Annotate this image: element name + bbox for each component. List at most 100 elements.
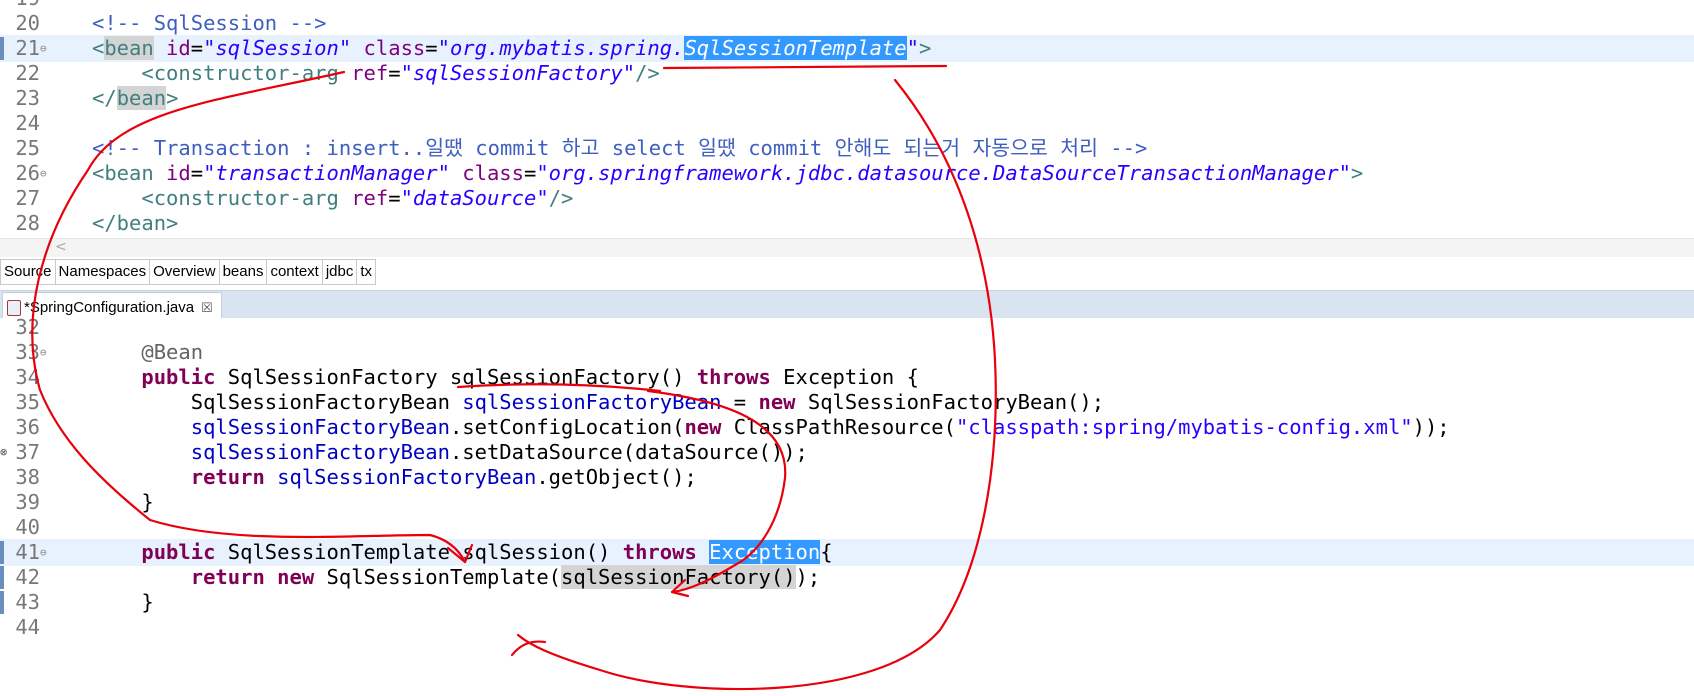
code-line[interactable]: 23 </bean> <box>0 85 1694 112</box>
code-line[interactable]: 21 ⊖ <bean id="sqlSession" class="org.myba… <box>0 35 1694 62</box>
bottom-area <box>0 644 1694 696</box>
code-line[interactable]: 32 <box>0 318 1694 341</box>
fold-toggle-icon[interactable]: ⊖ <box>40 160 47 187</box>
code-text: public SqlSessionFactory sqlSessionFacto… <box>92 364 919 391</box>
line-number: 42 <box>15 565 40 589</box>
code-token: " <box>906 36 919 60</box>
code-line[interactable]: 24 <box>0 110 1694 137</box>
line-number: 44 <box>15 615 40 639</box>
code-line[interactable]: 27 <constructor-arg ref="dataSource"/> <box>0 185 1694 212</box>
code-line[interactable]: 38 return sqlSessionFactoryBean.getObjec… <box>0 464 1694 491</box>
code-line[interactable]: 41 ⊖ public SqlSessionTemplate sqlSession… <box>0 539 1694 566</box>
code-token: } <box>92 490 154 514</box>
code-text: } <box>92 489 154 516</box>
code-text: sqlSessionFactoryBean.setDataSource(data… <box>92 439 808 466</box>
code-token: = <box>524 161 537 185</box>
fold-toggle-icon[interactable]: ⊖ <box>40 539 47 566</box>
line-number: 23 <box>15 86 40 110</box>
fold-toggle-icon[interactable]: ⊖ <box>40 35 47 62</box>
code-token: "transactionManager" <box>203 161 450 185</box>
code-token: </ <box>92 86 117 110</box>
fold-toggle-icon[interactable]: ⊖ <box>40 339 47 366</box>
tab-overview[interactable]: Overview <box>150 259 220 285</box>
code-token: Exception { <box>770 365 919 389</box>
tab-beans[interactable]: beans <box>219 259 268 285</box>
xml-editor-tabs: Source Namespaces Overview beans context jdbc… <box>0 259 377 285</box>
tab-jdbc[interactable]: jdbc <box>322 259 358 285</box>
code-line[interactable]: 36 sqlSessionFactoryBean.setConfigLocati… <box>0 414 1694 441</box>
code-text: sqlSessionFactoryBean.setConfigLocation(… <box>92 414 1450 441</box>
line-number: 38 <box>15 465 40 489</box>
code-line[interactable]: 25 <!-- Transaction : insert..일땠 commit 하… <box>0 135 1694 162</box>
code-text: @Bean <box>92 339 203 366</box>
code-token: "classpath:spring/mybatis-config.xml" <box>955 415 1413 439</box>
code-text: public SqlSessionTemplate sqlSession() t… <box>92 539 833 566</box>
code-token: sqlSessionFactory() <box>561 565 796 589</box>
code-token: return <box>190 565 265 589</box>
xml-editor[interactable]: 1920<!-- SqlSession -->21⊖<bean id="sqlS… <box>0 0 1694 238</box>
code-token: new <box>758 390 796 414</box>
code-token: > <box>918 36 932 60</box>
code-token: ClassPathResource( <box>721 415 956 439</box>
code-token: sqlSessionFactoryBean <box>462 390 722 414</box>
code-line[interactable]: ⊗ 37 sqlSessionFactoryBean.setDataSource(… <box>0 439 1694 466</box>
code-token: SqlSessionFactory sqlSessionFactory() <box>215 365 697 389</box>
code-token: = <box>721 390 759 414</box>
code-token: > <box>166 86 179 110</box>
code-token: .setDataSource(dataSource()); <box>449 440 808 464</box>
code-line[interactable]: 40 <box>0 514 1694 541</box>
code-token: <bean <box>92 161 154 185</box>
code-line[interactable]: 33 ⊖ @Bean <box>0 339 1694 366</box>
code-line[interactable]: 35 SqlSessionFactoryBean sqlSessionFacto… <box>0 389 1694 416</box>
java-editor[interactable]: 32 33 ⊖ @Bean 34 public SqlSessionFactory s… <box>0 318 1694 644</box>
tab-source[interactable]: Source <box>0 259 56 285</box>
code-token: ); <box>795 565 821 589</box>
code-line[interactable]: 26 ⊖ <bean id="transactionManager" class="… <box>0 160 1694 187</box>
code-line[interactable]: 34 public SqlSessionFactory sqlSessionFa… <box>0 364 1694 391</box>
code-line[interactable]: 44 <box>0 614 1694 641</box>
code-text: <bean id="transactionManager" class="org… <box>92 160 1363 187</box>
line-number: 21 <box>15 36 40 60</box>
scroll-left-arrow[interactable]: < <box>55 239 67 255</box>
code-token: .getObject(); <box>536 465 697 489</box>
line-number: 40 <box>15 515 40 539</box>
code-token: ref <box>338 61 389 85</box>
close-icon[interactable]: ☒ <box>201 300 213 315</box>
code-token: < <box>92 36 105 60</box>
code-token: "sqlSession" <box>203 36 352 60</box>
code-text: </bean> <box>92 85 178 112</box>
code-line[interactable]: 20 <!-- SqlSession --> <box>0 10 1694 37</box>
code-token: = <box>425 36 438 60</box>
code-token: class <box>449 161 524 185</box>
code-token: } <box>92 590 154 614</box>
code-line[interactable]: 39 } <box>0 489 1694 516</box>
tab-tx[interactable]: tx <box>357 259 377 285</box>
code-token: </bean> <box>92 211 179 235</box>
code-token: = <box>388 61 401 85</box>
tab-namespaces[interactable]: Namespaces <box>55 259 151 285</box>
code-line[interactable]: 28 </bean> <box>0 210 1694 237</box>
code-text: <constructor-arg ref="dataSource"/> <box>92 185 573 212</box>
code-text: return sqlSessionFactoryBean.getObject()… <box>92 464 697 491</box>
code-line[interactable]: 42 return new SqlSessionTemplate(sqlSess… <box>0 564 1694 591</box>
code-token: SqlSessionTemplate <box>684 36 907 60</box>
code-token: id <box>153 161 191 185</box>
code-token: Exception <box>709 540 821 564</box>
horizontal-scrollbar[interactable]: < <box>0 238 1694 257</box>
code-line[interactable]: 43 } <box>0 589 1694 616</box>
java-file-icon <box>7 300 21 317</box>
code-token: class <box>351 36 426 60</box>
tab-context[interactable]: context <box>267 259 323 285</box>
code-token: "dataSource" <box>400 186 549 210</box>
tab-title: *SpringConfiguration.java <box>24 299 195 316</box>
code-line[interactable]: 22 <constructor-arg ref="sqlSessionFacto… <box>0 60 1694 87</box>
code-text: </bean> <box>92 210 178 237</box>
code-token: bean <box>104 36 154 60</box>
